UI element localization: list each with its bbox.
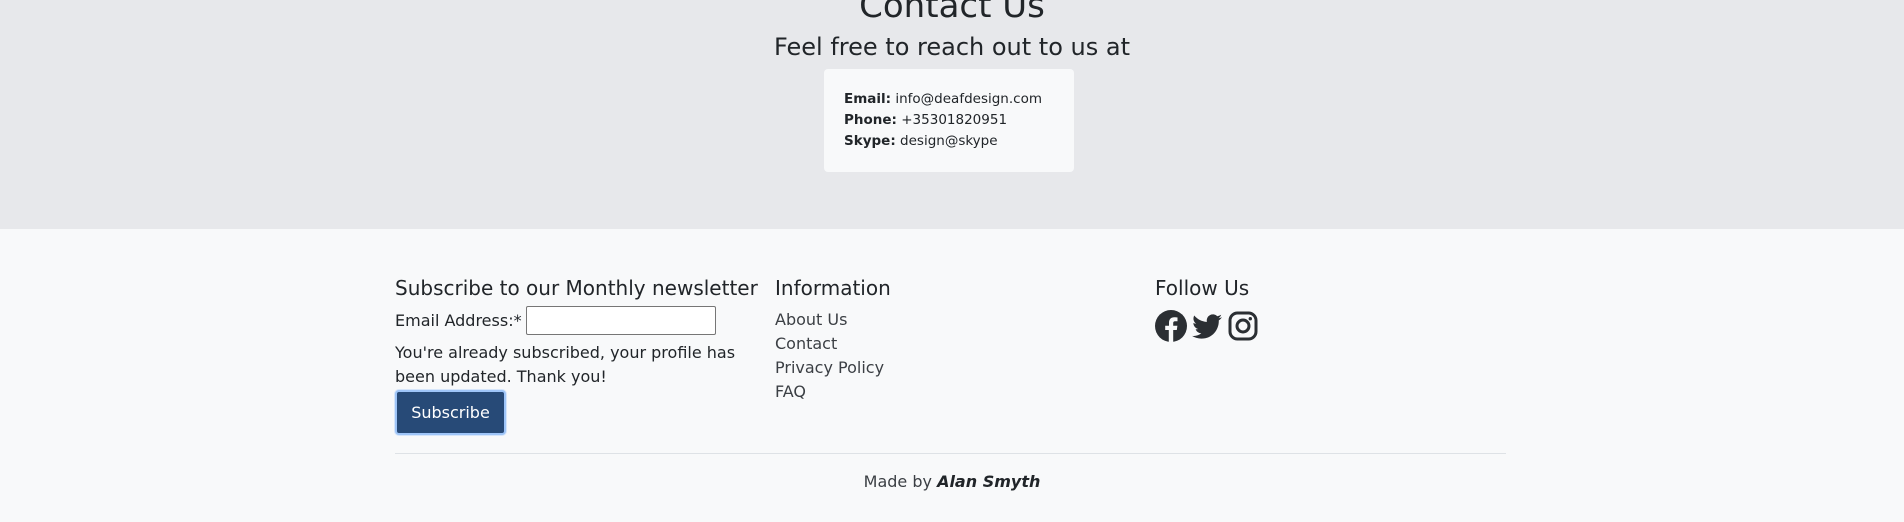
contact-card: Email: info@deafdesign.com Phone: +35301… [824, 69, 1074, 172]
instagram-icon[interactable] [1227, 310, 1259, 342]
contact-skype-label: Skype: [844, 133, 896, 149]
about-us-link[interactable]: About Us [775, 310, 847, 329]
contact-section: Contact Us Feel free to reach out to us … [0, 0, 1904, 229]
twitter-icon[interactable] [1191, 310, 1223, 342]
subscription-message: You're already subscribed, your profile … [395, 343, 736, 386]
contact-email-value: info@deafdesign.com [895, 91, 1042, 107]
newsletter-section: Subscribe to our Monthly newsletter Emai… [395, 276, 758, 435]
follow-section: Follow Us [1155, 276, 1355, 342]
contact-email-label: Email: [844, 91, 892, 107]
made-by-prefix: Made by [863, 472, 932, 491]
privacy-policy-link[interactable]: Privacy Policy [775, 358, 884, 377]
newsletter-email-label: Email Address:* [395, 311, 522, 330]
contact-phone-row: Phone: +35301820951 [844, 110, 1054, 131]
faq-link[interactable]: FAQ [775, 382, 806, 401]
newsletter-email-input[interactable] [525, 306, 716, 335]
information-section: Information About Us Contact Privacy Pol… [775, 276, 1075, 404]
contact-email-row: Email: info@deafdesign.com [844, 89, 1054, 110]
footer-divider [395, 453, 1506, 454]
contact-phone-label: Phone: [844, 112, 897, 128]
newsletter-heading: Subscribe to our Monthly newsletter [395, 276, 758, 300]
contact-subtitle: Feel free to reach out to us at [774, 33, 1130, 61]
newsletter-email-row: Email Address:* [395, 306, 755, 335]
contact-skype-row: Skype: design@skype [844, 131, 1054, 152]
contact-skype-value: design@skype [900, 133, 998, 149]
facebook-icon[interactable] [1155, 310, 1187, 342]
information-links: About Us Contact Privacy Policy FAQ [775, 308, 1075, 404]
subscribe-button[interactable]: Subscribe [395, 390, 506, 435]
contact-link[interactable]: Contact [775, 334, 837, 353]
information-heading: Information [775, 276, 891, 300]
made-by-credit: Made by Alan Smyth [0, 472, 1904, 491]
contact-title: Contact Us [859, 0, 1045, 26]
follow-heading: Follow Us [1155, 276, 1250, 300]
contact-phone-value: +35301820951 [901, 112, 1008, 128]
social-icons [1155, 310, 1355, 342]
author-name: Alan Smyth [937, 472, 1041, 491]
